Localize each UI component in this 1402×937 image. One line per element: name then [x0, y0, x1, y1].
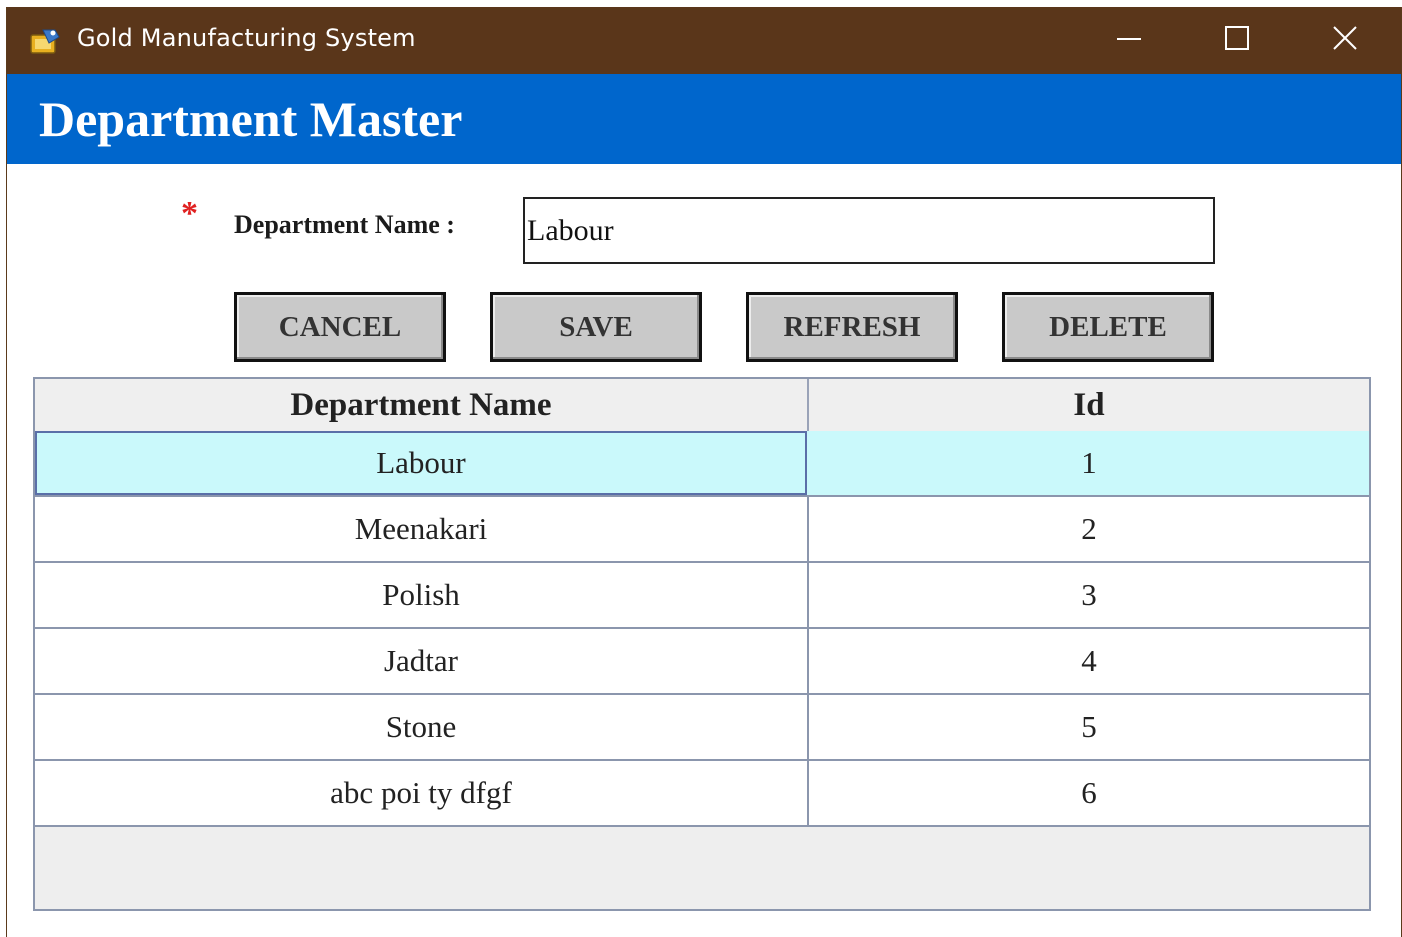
table-row[interactable]: Polish 3 — [35, 563, 1369, 629]
app-window: Gold Manufacturing System Department Mas… — [6, 7, 1402, 937]
minimize-button[interactable] — [1075, 7, 1183, 74]
table-row[interactable]: Meenakari 2 — [35, 497, 1369, 563]
refresh-button[interactable]: REFRESH — [746, 292, 958, 362]
table-row[interactable]: abc poi ty dfgf 6 — [35, 761, 1369, 827]
save-button[interactable]: SAVE — [490, 292, 702, 362]
department-name-label: Department Name : — [234, 210, 455, 239]
table-row[interactable]: Labour 1 — [35, 431, 1369, 497]
app-icon — [29, 27, 61, 55]
required-marker: * — [181, 195, 198, 232]
id-cell[interactable]: 5 — [809, 695, 1369, 759]
cancel-button[interactable]: CANCEL — [234, 292, 446, 362]
delete-button[interactable]: DELETE — [1002, 292, 1214, 362]
close-button[interactable] — [1291, 7, 1399, 74]
id-cell[interactable]: 3 — [809, 563, 1369, 627]
column-header-id[interactable]: Id — [809, 379, 1369, 431]
department-name-cell[interactable]: Jadtar — [35, 629, 809, 693]
id-cell[interactable]: 1 — [809, 431, 1369, 495]
department-name-input[interactable] — [523, 197, 1215, 264]
maximize-button[interactable] — [1183, 7, 1291, 74]
grid-rows: Labour 1 Meenakari 2 Polish 3 Jadtar 4 S… — [35, 431, 1369, 827]
close-icon — [1332, 25, 1358, 56]
title-bar[interactable]: Gold Manufacturing System — [7, 7, 1401, 74]
department-name-cell[interactable]: abc poi ty dfgf — [35, 761, 809, 825]
table-row[interactable]: Jadtar 4 — [35, 629, 1369, 695]
department-name-cell[interactable]: Meenakari — [35, 497, 809, 561]
id-cell[interactable]: 4 — [809, 629, 1369, 693]
grid-header: Department Name Id — [35, 379, 1369, 433]
department-name-cell[interactable]: Polish — [35, 563, 809, 627]
id-cell[interactable]: 6 — [809, 761, 1369, 825]
column-header-department-name[interactable]: Department Name — [35, 379, 809, 431]
header-band: Department Master — [7, 74, 1401, 164]
id-cell[interactable]: 2 — [809, 497, 1369, 561]
window-title: Gold Manufacturing System — [77, 24, 416, 52]
department-name-cell[interactable]: Stone — [35, 695, 809, 759]
maximize-icon — [1224, 25, 1250, 56]
department-grid[interactable]: Department Name Id Labour 1 Meenakari 2 … — [33, 377, 1371, 911]
department-name-cell[interactable]: Labour — [35, 431, 807, 495]
page-title: Department Master — [39, 91, 463, 147]
table-row[interactable]: Stone 5 — [35, 695, 1369, 761]
minimize-icon — [1116, 25, 1142, 56]
